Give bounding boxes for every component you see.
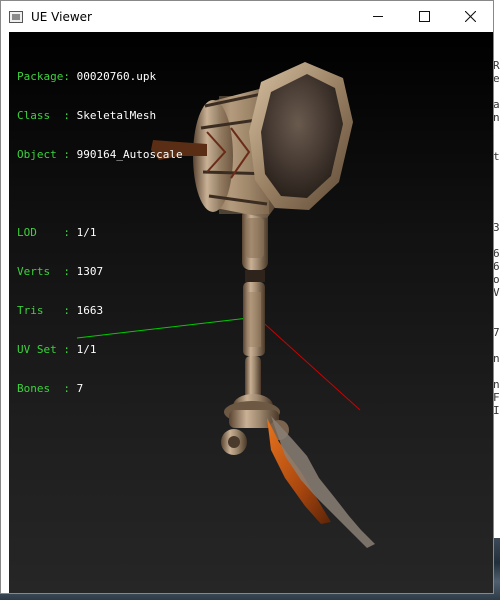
info-object: Object : 990164_Autoscale: [17, 148, 183, 161]
hammer-mesh: [221, 208, 289, 455]
info-package: Package: 00020760.upk: [17, 70, 157, 83]
close-icon: [464, 11, 476, 22]
window-title: UE Viewer: [31, 9, 92, 24]
mesh-info-overlay: Package: 00020760.upk Class : SkeletalMe…: [17, 44, 183, 421]
info-tris: Tris : 1663: [17, 304, 104, 317]
info-class: Class : SkeletalMesh: [17, 109, 157, 122]
minimize-icon: [373, 16, 383, 17]
3d-viewport[interactable]: Package: 00020760.upk Class : SkeletalMe…: [9, 32, 493, 593]
title-bar[interactable]: UE Viewer: [1, 1, 493, 32]
info-verts: Verts : 1307: [17, 265, 104, 278]
ue-viewer-window: UE Viewer Package: 00020760.upk Class: …: [0, 0, 494, 594]
x-axis-line: [256, 316, 361, 411]
close-button[interactable]: [447, 1, 493, 32]
hammer-head: [193, 62, 353, 218]
maximize-button[interactable]: [401, 1, 447, 32]
minimize-button[interactable]: [355, 1, 401, 32]
maximize-icon: [418, 11, 430, 22]
info-lod: LOD : 1/1: [17, 226, 97, 239]
app-icon: [9, 10, 23, 23]
info-uvset: UV Set : 1/1: [17, 343, 97, 356]
info-bones: Bones : 7: [17, 382, 84, 395]
